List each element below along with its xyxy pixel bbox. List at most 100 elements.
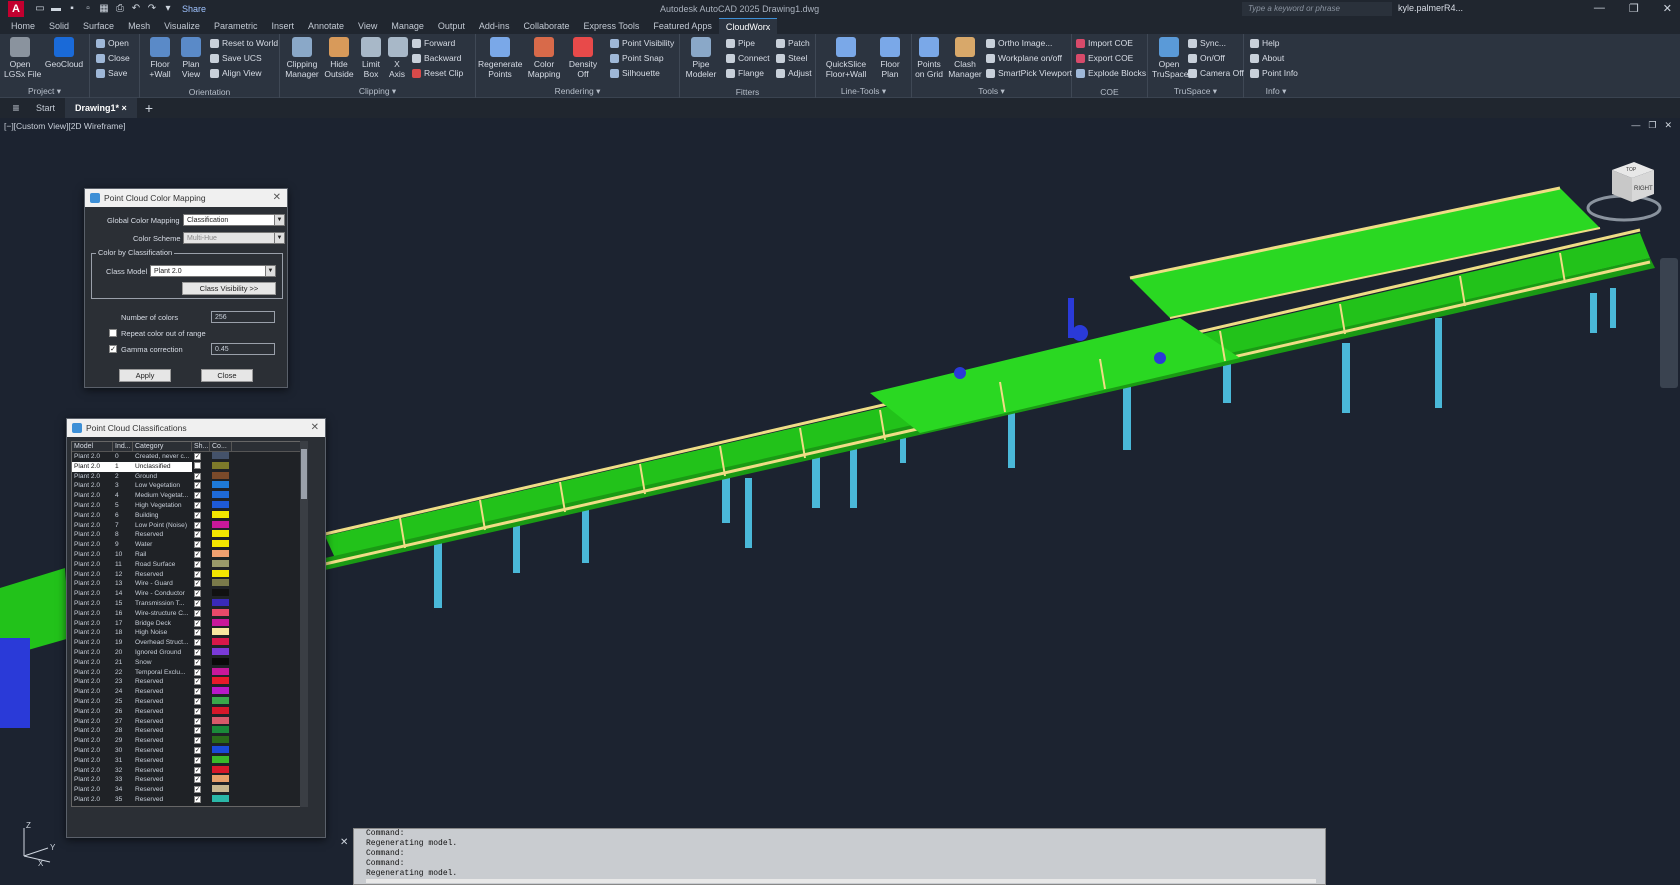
shown-checkbox[interactable]: ✓ (194, 501, 201, 509)
table-row[interactable]: Plant 2.0 21 Snow ✓ (72, 657, 302, 668)
shown-checkbox[interactable]: ✓ (194, 453, 201, 460)
tab-parametric[interactable]: Parametric (207, 18, 265, 34)
dialog-titlebar[interactable]: Point Cloud Classifications ✕ (67, 419, 325, 437)
table-row[interactable]: Plant 2.0 28 Reserved ✓ (72, 726, 302, 736)
tab-solid[interactable]: Solid (42, 18, 76, 34)
table-row[interactable]: Plant 2.0 9 Water ✓ (72, 540, 302, 550)
shown-checkbox[interactable]: ✓ (194, 795, 201, 803)
ortho-image-button[interactable]: Ortho Image... (986, 38, 1052, 48)
table-row[interactable]: Plant 2.0 5 High Vegetation ✓ (72, 500, 302, 511)
undo-icon[interactable]: ↶ (130, 3, 142, 15)
color-swatch[interactable] (212, 785, 229, 793)
shown-checkbox[interactable]: ✓ (194, 727, 201, 735)
shown-checkbox[interactable]: ✓ (194, 472, 201, 480)
tab-home[interactable]: Home (4, 18, 42, 34)
table-row[interactable]: Plant 2.0 0 Created, never c... ✓ (72, 452, 302, 462)
tab-start[interactable]: Start (26, 98, 65, 118)
color-swatch[interactable] (212, 726, 229, 734)
viewport-close-icon[interactable]: ✕ (1664, 120, 1672, 131)
column-header-index[interactable]: Ind... (113, 442, 133, 451)
quickslice-button[interactable]: QuickSlice Floor+Wall (824, 37, 868, 79)
color-swatch[interactable] (212, 687, 229, 695)
forward-button[interactable]: Forward (412, 38, 455, 48)
table-row[interactable]: Plant 2.0 32 Reserved ✓ (72, 765, 302, 776)
color-swatch[interactable] (212, 745, 229, 753)
hide-outside-button[interactable]: Hide Outside (324, 37, 354, 79)
table-row[interactable]: Plant 2.0 24 Reserved ✓ (72, 687, 302, 697)
shown-checkbox[interactable]: ✓ (194, 707, 201, 715)
tab-output[interactable]: Output (431, 18, 472, 34)
color-swatch[interactable] (212, 638, 229, 646)
point-info-button[interactable]: Point Info (1250, 68, 1298, 78)
table-row[interactable]: Plant 2.0 35 Reserved ✓ (72, 794, 302, 805)
viewcube[interactable]: RIGHT TOP (1584, 158, 1664, 228)
tab-manage[interactable]: Manage (384, 18, 431, 34)
x-axis-button[interactable]: X Axis (388, 37, 408, 79)
sync-button[interactable]: Sync... (1188, 38, 1226, 48)
silhouette-button[interactable]: Silhouette (610, 68, 660, 78)
flange-button[interactable]: Flange (726, 68, 764, 78)
color-swatch[interactable] (212, 794, 229, 802)
pipe-button[interactable]: Pipe (726, 38, 755, 48)
steel-button[interactable]: Steel (776, 53, 807, 63)
apply-button[interactable]: Apply (119, 369, 171, 382)
class-model-select[interactable]: Plant 2.0 ▼ (150, 265, 276, 277)
color-swatch[interactable] (212, 598, 229, 606)
density-off-button[interactable]: Density Off (568, 37, 598, 79)
table-row[interactable]: Plant 2.0 8 Reserved ✓ (72, 530, 302, 540)
shown-checkbox[interactable]: ✓ (194, 737, 201, 745)
color-swatch[interactable] (212, 452, 229, 459)
camera-off-button[interactable]: Camera Off (1188, 68, 1244, 78)
table-scrollbar[interactable] (300, 441, 308, 807)
shown-checkbox[interactable]: ✓ (194, 580, 201, 588)
column-header-color[interactable]: Co... (210, 442, 232, 451)
save-ucs-button[interactable]: Save UCS (210, 53, 262, 63)
shown-checkbox[interactable]: ✓ (194, 570, 201, 578)
color-swatch[interactable] (212, 628, 229, 636)
table-row[interactable]: Plant 2.0 6 Building ✓ (72, 510, 302, 521)
column-header-shown[interactable]: Sh... (192, 442, 210, 451)
floor-plan-button[interactable]: Floor Plan (876, 37, 904, 79)
print-icon[interactable]: ⎙ (114, 3, 126, 15)
tab-mesh[interactable]: Mesh (121, 18, 157, 34)
open-icon[interactable]: ▬ (50, 3, 62, 15)
about-button[interactable]: About (1250, 53, 1284, 63)
user-account[interactable]: kyle.palmerR4... (1398, 3, 1463, 13)
point-visibility-button[interactable]: Point Visibility (610, 38, 674, 48)
new-icon[interactable]: ▭ (34, 3, 46, 15)
minimize-icon[interactable]: — (1594, 2, 1605, 15)
color-swatch[interactable] (212, 530, 229, 538)
color-swatch[interactable] (212, 696, 229, 704)
color-swatch[interactable] (212, 520, 229, 528)
reset-clip-button[interactable]: Reset Clip (412, 68, 463, 78)
point-snap-button[interactable]: Point Snap (610, 53, 664, 63)
close-icon[interactable]: ✕ (273, 192, 281, 203)
table-row[interactable]: Plant 2.0 31 Reserved ✓ (72, 755, 302, 766)
close-tab-icon[interactable]: × (122, 103, 127, 113)
table-row[interactable]: Plant 2.0 1 Unclassified (72, 461, 302, 472)
color-swatch[interactable] (212, 491, 229, 499)
color-swatch[interactable] (212, 559, 229, 567)
gamma-input[interactable]: 0.45 (211, 343, 275, 355)
table-row[interactable]: Plant 2.0 29 Reserved ✓ (72, 736, 302, 746)
save-button[interactable]: Save (96, 68, 127, 78)
shown-checkbox[interactable]: ✓ (194, 678, 201, 686)
tab-view[interactable]: View (351, 18, 384, 34)
close-button[interactable]: Close (201, 369, 253, 382)
table-row[interactable]: Plant 2.0 10 Rail ✓ (72, 549, 302, 560)
table-row[interactable]: Plant 2.0 33 Reserved ✓ (72, 775, 302, 785)
color-swatch[interactable] (212, 481, 229, 489)
shown-checkbox[interactable]: ✓ (194, 482, 201, 490)
shown-checkbox[interactable]: ✓ (194, 531, 201, 539)
color-swatch[interactable] (212, 765, 229, 773)
shown-checkbox[interactable] (194, 461, 201, 469)
explode-blocks-button[interactable]: Explode Blocks (1076, 68, 1146, 78)
smartpick-button[interactable]: SmartPick Viewport (986, 68, 1072, 78)
color-swatch[interactable] (212, 657, 229, 665)
color-swatch[interactable] (212, 540, 229, 548)
global-color-mapping-select[interactable]: Classification ▼ (183, 214, 285, 226)
new-tab-icon[interactable]: + (137, 100, 161, 116)
tab-surface[interactable]: Surface (76, 18, 121, 34)
table-row[interactable]: Plant 2.0 34 Reserved ✓ (72, 785, 302, 795)
table-row[interactable]: Plant 2.0 2 Ground ✓ (72, 471, 302, 482)
